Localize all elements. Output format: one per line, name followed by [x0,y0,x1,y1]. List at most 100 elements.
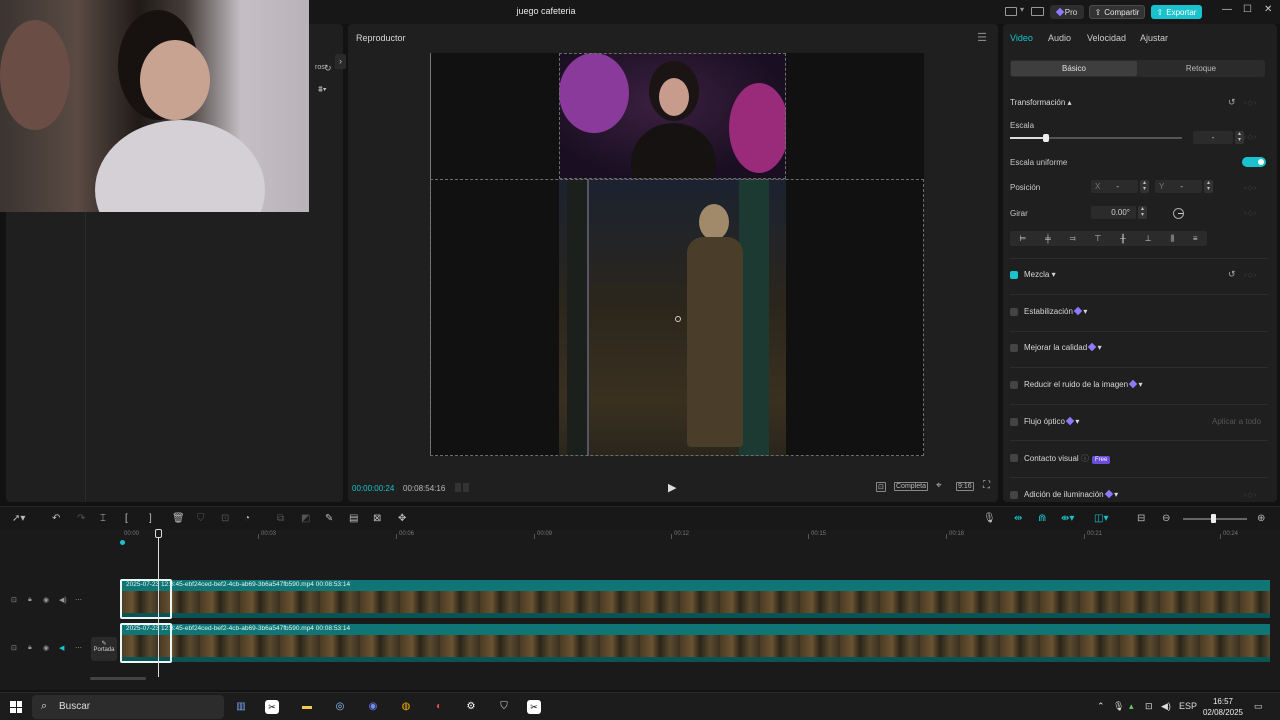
distribute-h-icon[interactable]: ⫼ [1170,234,1174,244]
discord-icon[interactable]: ◉ [364,698,382,716]
keyframe-icon[interactable]: ‹◇› [1244,133,1257,141]
obs-icon[interactable]: ◐ [430,698,448,716]
align-bottom-icon[interactable]: ⊥ [1145,234,1152,243]
zoom-in-icon[interactable]: ⊕ [1257,513,1265,524]
stabilize-checkbox[interactable] [1010,308,1018,316]
more-icon[interactable]: ⋯ [75,596,82,604]
align-center-v-icon[interactable]: ╫ [1120,234,1126,243]
position-x-stepper[interactable]: ▴ ▾ [1140,180,1149,193]
cover-button[interactable]: ✎ Portada [91,637,117,661]
quality-checkbox[interactable] [1010,344,1018,352]
preview-axis-icon[interactable]: ◫▾ [1094,513,1108,524]
align-center-h-icon[interactable]: ╪ [1045,234,1051,243]
eye-icon[interactable]: ◉ [43,644,49,652]
layout-icon[interactable] [1005,7,1017,16]
align-right-icon[interactable]: ⫤ [1070,234,1076,244]
mirror-icon[interactable]: ◩ [301,513,310,524]
linkage-icon[interactable]: ⇼▾ [1061,513,1074,524]
settings-icon[interactable]: ⚙ [462,698,480,716]
tab-video[interactable]: Video [1010,33,1033,43]
crop-icon[interactable]: ⊡ [876,482,886,492]
timeline-marker[interactable] [120,540,125,545]
slider-handle[interactable] [1043,134,1049,142]
playhead[interactable] [158,530,159,677]
reset-icon[interactable]: ↺ [1228,269,1236,280]
optical-flow-header[interactable]: Flujo óptico ▾ [1024,416,1079,426]
filter-icon[interactable]: ⩩▾ [318,84,327,95]
link-icon[interactable]: ⇹ [1014,513,1022,524]
keyframe-icon[interactable]: ‹◇› [1244,209,1257,217]
preview-canvas[interactable] [430,53,924,456]
speaker-icon[interactable]: ◀) [59,596,67,604]
caption-icon[interactable]: ⊟ [1137,513,1145,524]
timecode-icon[interactable] [455,483,461,492]
optical-flow-checkbox[interactable] [1010,418,1018,426]
steam-icon[interactable]: ◎ [331,698,349,716]
rotate-input[interactable]: 0.00° [1091,206,1136,219]
keyframe-icon[interactable]: ‹◇› [1244,184,1257,192]
eye-icon[interactable]: ◉ [43,596,49,604]
track-thumbnail-icon[interactable]: ⊡ [11,596,17,604]
share-button[interactable]: ⇪ Compartir [1089,5,1145,19]
lighting-checkbox[interactable] [1010,491,1018,499]
shield-icon[interactable]: ⛉ [197,513,205,524]
rotate-dial[interactable] [1173,208,1184,219]
blend-checkbox[interactable] [1010,271,1018,279]
scale-input[interactable]: - [1193,131,1233,144]
eye-contact-header[interactable]: Contacto visual ⓘ Free [1024,453,1111,464]
network-icon[interactable]: ⊡ [1145,701,1153,712]
subtab-retouch[interactable]: Retoque [1138,61,1264,76]
tab-speed[interactable]: Velocidad [1087,33,1126,43]
subtab-basic[interactable]: Básico [1011,61,1137,76]
speaker-icon[interactable]: ◀ [59,644,64,652]
zoom-out-icon[interactable]: ⊖ [1162,513,1170,524]
windows-start-icon[interactable] [10,701,22,713]
screen-crop-icon[interactable]: ⊠ [373,513,381,524]
eye-contact-checkbox[interactable] [1010,454,1018,462]
fullscreen-icon[interactable]: ⛶ [983,480,990,491]
capcut-icon[interactable]: ✂ [265,700,279,714]
align-left-icon[interactable]: ⊨ [1019,234,1026,243]
language-indicator[interactable]: ESP [1179,701,1197,711]
magic-icon[interactable]: ✎ [325,513,333,524]
refresh-icon[interactable]: ↻ [324,63,332,74]
timecode-icon[interactable] [463,483,469,492]
clip-selection[interactable] [120,579,172,619]
minimize-button[interactable]: — [1222,4,1232,15]
tab-adjust[interactable]: Ajustar [1140,33,1168,43]
play-button[interactable]: ▶ [668,481,676,494]
transform-header[interactable]: Transformación ▴ [1010,98,1072,107]
timeline[interactable]: 00:00 00:03 00:06 00:09 00:12 00:15 00:1… [0,529,1280,690]
scale-slider[interactable] [1010,134,1182,142]
chrome-icon[interactable]: ◍ [397,698,415,716]
stabilize-header[interactable]: Estabilización ▾ [1024,306,1087,316]
timeline-scrollbar[interactable] [90,677,146,680]
noise-header[interactable]: Reducir el ruido de la imagen ▾ [1024,379,1143,389]
apply-all-button[interactable]: Aplicar a todo [1212,417,1261,426]
scale-stepper[interactable]: ▴ ▾ [1235,131,1244,144]
microphone-icon[interactable]: 🎙 [983,513,996,524]
audio-app-icon[interactable]: ▥ [232,698,250,716]
keyboard-icon[interactable] [1031,7,1044,16]
position-y-field[interactable]: Y- [1155,180,1202,193]
track-thumbnail-icon[interactable]: ⊡ [11,644,17,652]
crop-icon[interactable]: ⊡ [221,513,229,524]
more-icon[interactable]: ⋯ [75,644,82,652]
playhead-handle[interactable] [155,529,162,538]
ratio-button[interactable]: 9:16 [956,482,974,491]
split-icon[interactable]: ⌶ [100,513,106,524]
magnet-icon[interactable]: ⋒ [1038,513,1046,524]
freeze-icon[interactable]: ⧉ [277,513,284,524]
delete-icon[interactable]: 🗑 [172,513,185,524]
reset-icon[interactable]: ↺ [1228,97,1236,108]
folder-icon[interactable]: ▬ [298,698,316,716]
blend-header[interactable]: Mezcla ▾ [1024,270,1056,279]
ai-effect-icon[interactable]: ✥ [398,513,406,524]
speed-icon[interactable]: ◔ [244,513,250,524]
full-quality-button[interactable]: Completa [894,482,928,491]
position-x-field[interactable]: X- [1091,180,1138,193]
uniform-scale-toggle[interactable] [1242,157,1266,167]
maximize-button[interactable]: ☐ [1243,4,1252,15]
clock[interactable]: 16:57 02/08/2025 [1197,696,1249,718]
video-track-2[interactable]: 2025-07-23 12:3:45-ebf24ced-bef2-4cb-ab6… [120,624,1270,662]
